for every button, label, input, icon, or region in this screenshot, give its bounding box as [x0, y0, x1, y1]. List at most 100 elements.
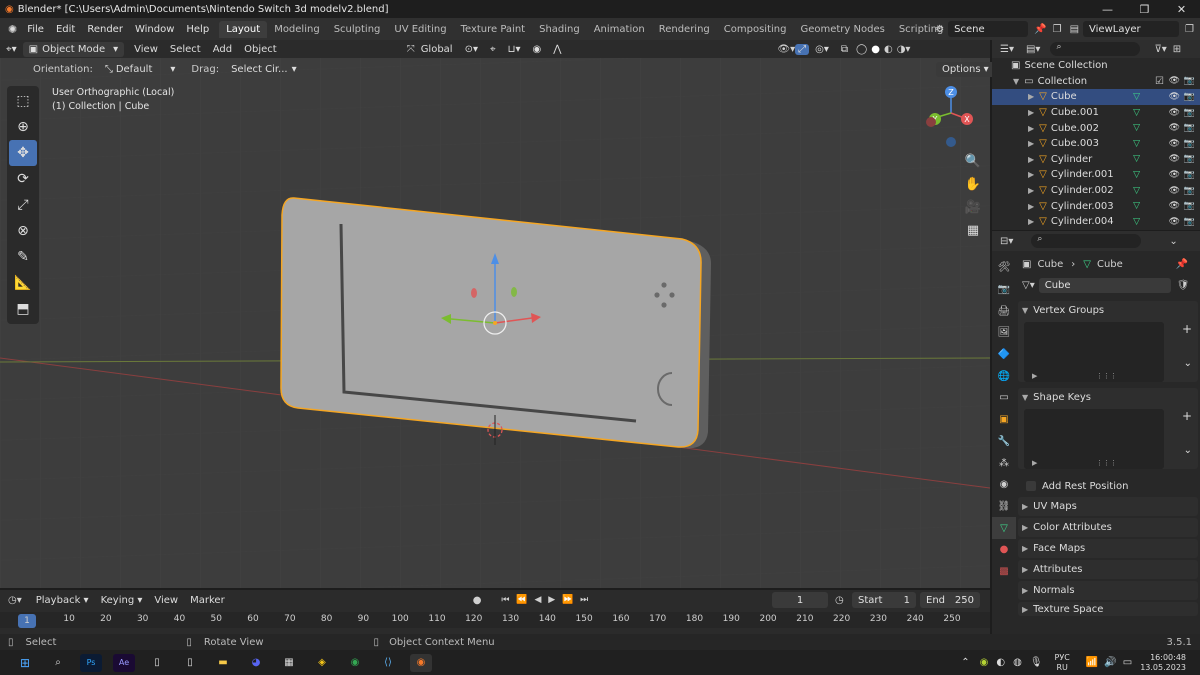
falloff-icon[interactable]: ⋀	[547, 44, 567, 55]
marker-menu[interactable]: Marker	[184, 595, 231, 606]
search-icon[interactable]: ⌕	[47, 654, 69, 672]
mesh-data-icon[interactable]: ▽	[1133, 139, 1140, 149]
options-dropdown[interactable]: Options ▾	[936, 61, 995, 77]
pin-icon[interactable]: 📌	[1034, 24, 1046, 35]
orientation-dropdown[interactable]: ⤡ Default ▾	[99, 62, 182, 77]
tab-uv-editing[interactable]: UV Editing	[387, 21, 453, 38]
camera-icon[interactable]: 📷	[1184, 76, 1195, 86]
eye-icon[interactable]: 👁	[1169, 123, 1180, 133]
pan-hand-icon[interactable]: ✋	[961, 173, 985, 196]
scene-collection-row[interactable]: ▣ Scene Collection	[992, 58, 1200, 74]
maximize-button[interactable]: ❐	[1126, 0, 1163, 18]
outliner-object-row[interactable]: ▶ ▽ Cube ▽ 👁 📷	[992, 89, 1200, 105]
menu-object[interactable]: Object	[238, 44, 283, 55]
eye-icon[interactable]: 👁	[1169, 108, 1180, 118]
microphone-icon[interactable]: 🎙	[1030, 657, 1043, 668]
new-scene-icon[interactable]: ❐	[1053, 24, 1062, 35]
wireframe-shading-icon[interactable]: ◯	[854, 44, 869, 55]
eye-icon[interactable]: 👁	[1169, 154, 1180, 164]
outliner-object-row[interactable]: ▶ ▽ Cube.003 ▽ 👁 📷	[992, 136, 1200, 152]
timeline-view-menu[interactable]: View	[148, 595, 184, 606]
fake-user-icon[interactable]: 🛡	[1177, 280, 1190, 291]
transform-orientation-dropdown[interactable]: Global	[415, 44, 459, 55]
outliner-object-row[interactable]: ▶ ▽ Cylinder.003 ▽ 👁 📷	[992, 198, 1200, 214]
menu-help[interactable]: Help	[180, 24, 215, 35]
solid-shading-icon[interactable]: ●	[869, 44, 882, 55]
annotate-tool-icon[interactable]: ✎	[9, 244, 37, 270]
visibility-icon[interactable]: 👁▾	[777, 44, 795, 55]
vertex-groups-list[interactable]: ▶ ⋮⋮⋮ + ⌄	[1024, 322, 1192, 382]
proportional-edit-icon[interactable]: ◉	[526, 44, 547, 55]
camera-icon[interactable]: 📷	[1184, 139, 1195, 149]
outliner-object-row[interactable]: ▶ ▽ Cylinder.002 ▽ 👁 📷	[992, 183, 1200, 199]
expand-icon[interactable]: ▶	[1028, 92, 1034, 101]
tab-geometry-nodes[interactable]: Geometry Nodes	[793, 21, 891, 38]
texture-space-panel[interactable]: ▶ Texture Space	[1018, 602, 1198, 616]
clock[interactable]: 16:00:48 13.05.2023	[1140, 653, 1186, 673]
start-frame-field[interactable]: Start 1	[852, 592, 916, 608]
move-tool-icon[interactable]: ✥	[9, 140, 37, 166]
current-frame-field[interactable]: 1	[772, 592, 828, 608]
tab-modeling[interactable]: Modeling	[267, 21, 327, 38]
tab-layout[interactable]: Layout	[219, 20, 268, 38]
outliner-object-row[interactable]: ▶ ▽ Cube.002 ▽ 👁 📷	[992, 120, 1200, 136]
drag-dropdown[interactable]: Select Cir... ▾	[225, 62, 303, 77]
constraints-tab-icon[interactable]: ⛓	[992, 496, 1016, 518]
new-collection-icon[interactable]: ⊞	[1173, 44, 1181, 55]
mesh-data-icon[interactable]: ▽	[1133, 92, 1140, 102]
keying-menu[interactable]: Keying ▾	[95, 595, 149, 606]
calculator-icon[interactable]: ▦	[278, 654, 300, 672]
uv-maps-panel[interactable]: ▶ UV Maps	[1018, 497, 1198, 516]
chrome-icon[interactable]: ◉	[344, 654, 366, 672]
tab-texture-paint[interactable]: Texture Paint	[454, 21, 533, 38]
camera-icon[interactable]: 📷	[1184, 170, 1195, 180]
eye-icon[interactable]: 👁	[1169, 201, 1180, 211]
expand-icon[interactable]: ▶	[1028, 202, 1034, 211]
zoom-icon[interactable]: 🔍	[961, 150, 985, 173]
checkbox-icon[interactable]: ☑	[1155, 76, 1164, 87]
mesh-data-icon[interactable]: ▽	[1133, 123, 1140, 133]
minimize-button[interactable]: —	[1089, 0, 1126, 18]
document-icon[interactable]: ▯	[146, 654, 168, 672]
camera-icon[interactable]: 📷	[1184, 154, 1195, 164]
vertex-group-specials-icon[interactable]: ⌄	[1184, 358, 1192, 369]
camera-icon[interactable]: 📷	[1184, 92, 1195, 102]
display-mode-icon[interactable]: ▤▾	[1026, 44, 1040, 55]
outliner-editor-icon[interactable]: ☰▾	[1000, 44, 1014, 55]
after-effects-icon[interactable]: Ae	[113, 653, 135, 672]
3d-viewport[interactable]: Z X Y	[0, 40, 990, 588]
mesh-data-icon[interactable]: ▽	[1133, 170, 1140, 180]
tab-animation[interactable]: Animation	[587, 21, 652, 38]
gizmo-toggle-icon[interactable]: ⤢	[795, 43, 810, 55]
camera-icon[interactable]: 📷	[1184, 217, 1195, 227]
rendered-shading-icon[interactable]: ◑▾	[895, 44, 913, 55]
object-tab-icon[interactable]: ▣	[992, 409, 1016, 431]
app-icon[interactable]: ◈	[311, 654, 333, 672]
collection-row[interactable]: ▼ ▭ Collection ☑ 👁 📷	[992, 74, 1200, 90]
expand-icon[interactable]: ▶	[1028, 186, 1034, 195]
mesh-name-field[interactable]: Cube	[1038, 277, 1171, 293]
mesh-data-icon[interactable]: ▽	[1133, 217, 1140, 227]
texture-tab-icon[interactable]: ▩	[992, 561, 1016, 583]
eye-icon[interactable]: 👁	[1169, 170, 1180, 180]
tool-tab-icon[interactable]: 🛠	[992, 257, 1016, 279]
playback-menu[interactable]: Playback ▾	[30, 595, 95, 606]
shape-key-specials-icon[interactable]: ⌄	[1184, 445, 1192, 456]
expand-icon[interactable]: ▶	[1028, 139, 1034, 148]
menu-edit[interactable]: Edit	[50, 24, 81, 35]
volume-icon[interactable]: 🔊	[1104, 657, 1116, 668]
eye-icon[interactable]: 👁	[1169, 92, 1180, 102]
material-tab-icon[interactable]: ●	[992, 539, 1016, 561]
blender-menu-icon[interactable]: ✺	[8, 23, 17, 36]
eye-icon[interactable]: 👁	[1169, 186, 1180, 196]
vscode-icon[interactable]: ⟨⟩	[377, 654, 399, 672]
render-tab-icon[interactable]: 📷	[992, 279, 1016, 301]
transform-tool-icon[interactable]: ⊗	[9, 218, 37, 244]
add-rest-position-checkbox[interactable]	[1026, 481, 1036, 491]
expand-icon[interactable]: ▶	[1028, 217, 1034, 226]
playback-controls[interactable]: ⏮ ⏪ ◀ ▶ ⏩ ⏭	[501, 595, 590, 605]
camera-icon[interactable]: 📷	[1184, 123, 1195, 133]
tab-shading[interactable]: Shading	[532, 21, 587, 38]
ortho-grid-icon[interactable]: ▦	[961, 219, 985, 242]
collapse-icon[interactable]: ⌄	[1169, 236, 1177, 247]
